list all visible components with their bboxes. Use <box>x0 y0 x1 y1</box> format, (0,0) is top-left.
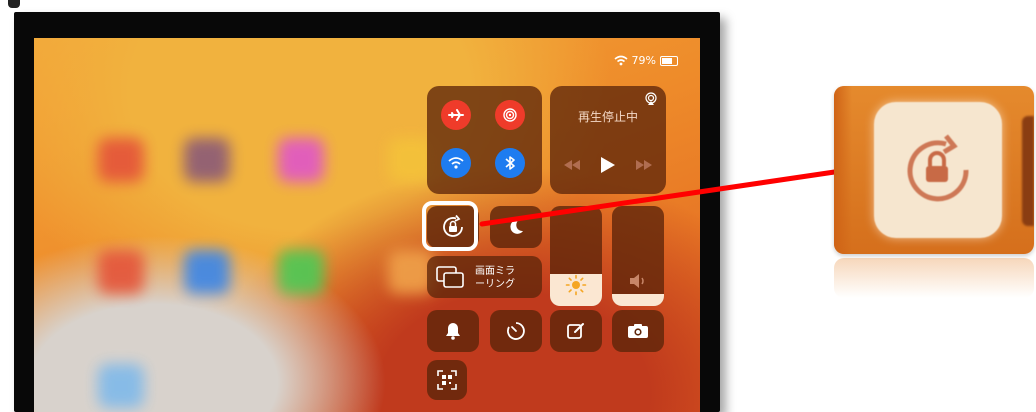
qr-scanner-button[interactable] <box>427 360 467 400</box>
timer-icon <box>507 322 525 340</box>
corner-mark <box>8 0 20 8</box>
screen-mirroring-icon <box>436 266 464 288</box>
blurred-app-icon <box>184 250 230 294</box>
play-icon[interactable] <box>600 156 616 174</box>
fast-forward-icon[interactable] <box>636 160 652 170</box>
blurred-app-icon <box>98 138 144 182</box>
battery-icon <box>660 55 678 66</box>
moon-icon <box>510 219 523 234</box>
notes-button[interactable] <box>550 310 602 352</box>
wifi-button[interactable] <box>441 148 471 178</box>
blurred-app-icon <box>278 138 324 182</box>
sun-icon <box>565 274 587 296</box>
screen-mirroring-button[interactable]: 画面ミラ ーリング <box>427 256 542 298</box>
airplane-icon <box>448 109 464 121</box>
wifi-status-icon <box>614 55 628 66</box>
zoomed-inset <box>834 86 1034 254</box>
do-not-disturb-button[interactable] <box>490 206 542 248</box>
zoomed-edge-shadow <box>834 86 852 254</box>
screen-mirroring-label-line1: 画面ミラ <box>475 266 515 277</box>
bell-icon <box>446 323 460 340</box>
rewind-icon[interactable] <box>564 160 580 170</box>
blurred-app-icon <box>184 138 230 182</box>
airplane-mode-button[interactable] <box>441 100 471 130</box>
ipad-frame: 79% 再生停止中 画面ミラ ーリング <box>14 12 720 412</box>
airdrop-icon <box>503 108 517 122</box>
wifi-icon <box>448 157 464 169</box>
speaker-icon <box>630 274 644 288</box>
volume-slider[interactable] <box>612 206 664 306</box>
airplay-icon[interactable] <box>644 92 658 106</box>
ipad-screen: 79% 再生停止中 画面ミラ ーリング <box>34 38 700 412</box>
timer-button[interactable] <box>490 310 542 352</box>
camera-icon <box>628 324 648 338</box>
orientation-lock-icon <box>907 134 969 202</box>
volume-fill <box>612 294 664 306</box>
blurred-app-icon <box>278 250 324 294</box>
connectivity-tile[interactable] <box>427 86 542 194</box>
media-tile[interactable]: 再生停止中 <box>550 86 666 194</box>
camera-button[interactable] <box>612 310 664 352</box>
battery-percent: 79% <box>631 54 656 67</box>
zoomed-orientation-lock-tile <box>874 102 1002 238</box>
blurred-app-icon <box>98 250 144 294</box>
qr-code-icon <box>437 370 457 390</box>
bluetooth-icon <box>505 156 515 170</box>
airdrop-button[interactable] <box>495 100 525 130</box>
zoomed-inset-reflection <box>834 258 1034 298</box>
blurred-app-icon <box>98 364 144 408</box>
screen-mirroring-label-line2: ーリング <box>475 279 515 290</box>
zoomed-neighbor-tile <box>1022 116 1034 226</box>
bluetooth-button[interactable] <box>495 148 525 178</box>
note-icon <box>567 323 584 339</box>
bell-button[interactable] <box>427 310 479 352</box>
media-status-title: 再生停止中 <box>577 110 638 124</box>
status-bar: 79% <box>614 54 678 67</box>
highlight-box <box>422 201 478 251</box>
brightness-slider[interactable] <box>550 206 602 306</box>
